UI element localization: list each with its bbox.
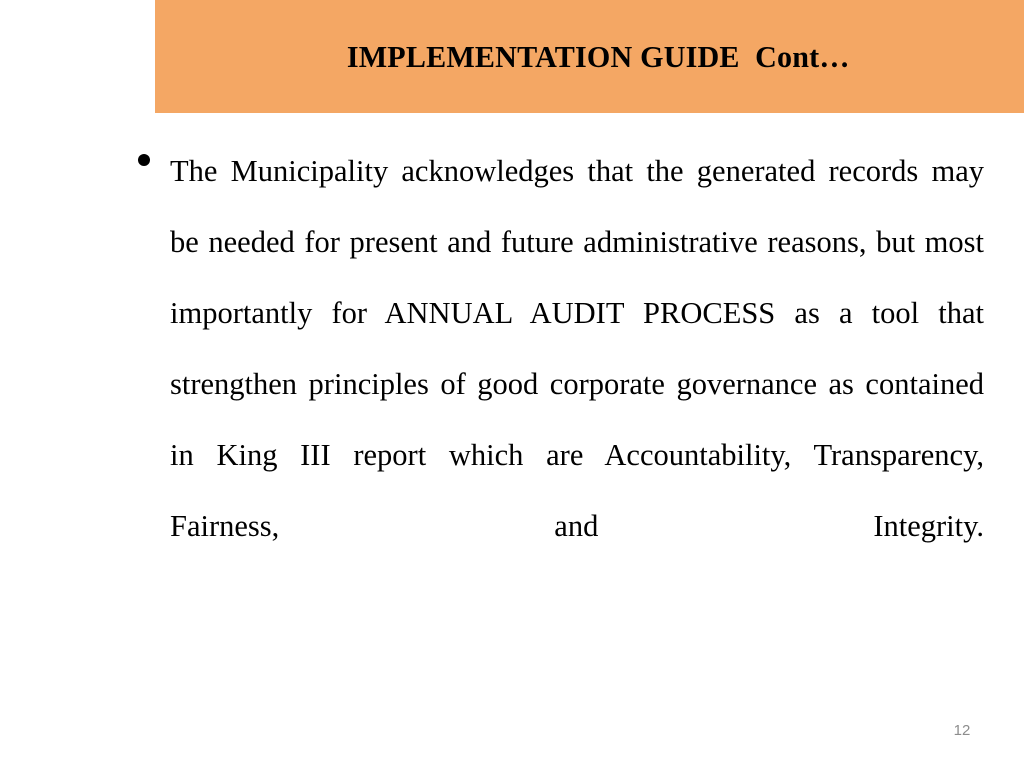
slide-body: The Municipality acknowledges that the g… [138, 136, 984, 633]
list-item: The Municipality acknowledges that the g… [138, 136, 984, 633]
bullet-icon [138, 154, 150, 166]
bullet-item-text: The Municipality acknowledges that the g… [170, 154, 984, 543]
page-title: IMPLEMENTATION GUIDE Cont… [346, 38, 850, 74]
title-banner: IMPLEMENTATION GUIDE Cont… [155, 0, 1024, 113]
slide-canvas: IMPLEMENTATION GUIDE Cont… The Municipal… [0, 0, 1024, 768]
page-number: 12 [953, 722, 971, 739]
